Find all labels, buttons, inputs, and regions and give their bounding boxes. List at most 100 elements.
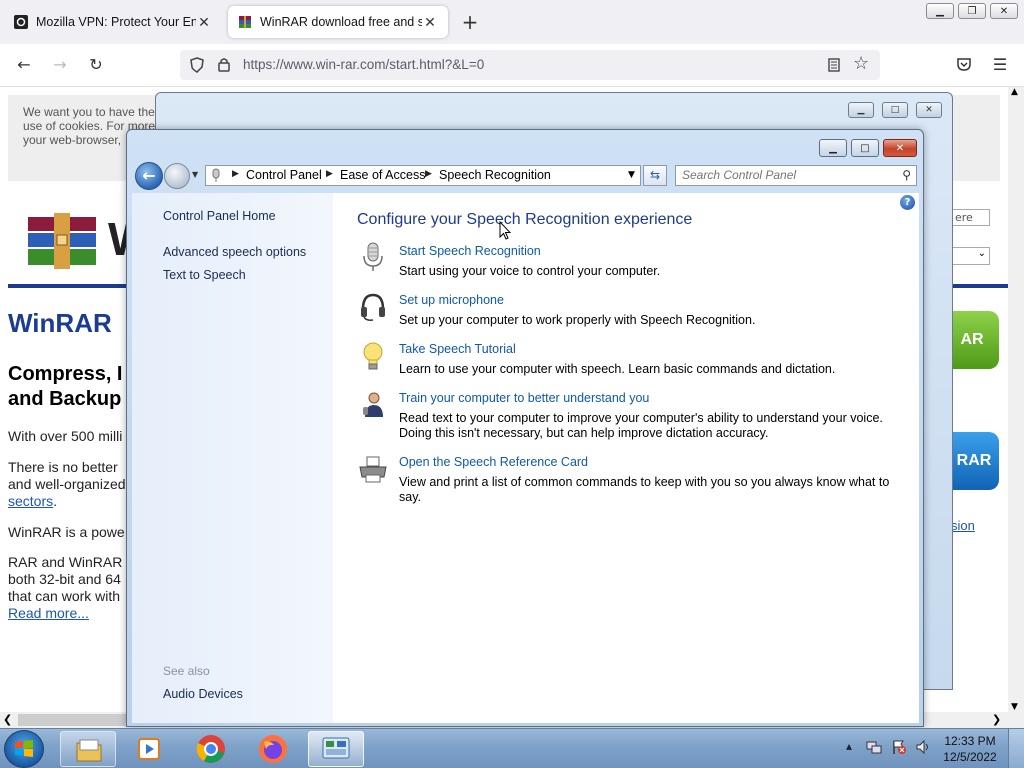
paragraph: There is no better and well-organized se…: [8, 459, 126, 510]
taskbar-media-player[interactable]: [122, 731, 178, 767]
url-bar[interactable]: https://www.win-rar.com/start.html?&L=0 …: [180, 50, 880, 80]
maximize-button[interactable]: □: [851, 139, 879, 157]
maximize-button[interactable]: □: [882, 102, 908, 118]
breadcrumb-separator-icon[interactable]: ▶: [326, 169, 333, 179]
close-button[interactable]: ✕: [916, 102, 942, 118]
back-arrow-icon[interactable]: ←: [12, 54, 36, 76]
see-also-label: See also: [163, 664, 210, 678]
start-speech-recognition-link[interactable]: Start Speech Recognition: [399, 244, 541, 258]
show-desktop-button[interactable]: [1008, 729, 1024, 768]
headset-icon: [361, 293, 385, 321]
winrar-icon: [239, 16, 251, 28]
minimize-button[interactable]: ▁: [926, 3, 954, 19]
new-tab-button[interactable]: +: [458, 10, 482, 34]
media-player-icon: [138, 738, 160, 760]
close-tab-icon[interactable]: ✕: [196, 14, 212, 31]
maximize-button[interactable]: ❐: [958, 3, 986, 19]
network-icon[interactable]: [866, 739, 882, 755]
pocket-icon[interactable]: [956, 57, 972, 72]
train-computer-link[interactable]: Train your computer to better understand…: [399, 391, 649, 405]
audio-devices-link[interactable]: Audio Devices: [163, 687, 243, 701]
task-description: View and print a list of common commands…: [399, 475, 890, 504]
windows-logo-icon: [15, 740, 33, 757]
page-vertical-scrollbar[interactable]: ▲ ▼: [1008, 87, 1024, 712]
control-panel-home-link[interactable]: Control Panel Home: [163, 209, 276, 223]
winrar-logo: [28, 213, 96, 269]
speaker-volume-icon[interactable]: [915, 739, 931, 755]
browser-nav-bar: ← → ↻ https://www.win-rar.com/start.html…: [0, 44, 1024, 87]
tab-winrar[interactable]: WinRAR download free and sup ✕: [228, 6, 448, 38]
cookie-line: your web-browser,: [23, 133, 122, 147]
set-up-microphone-link[interactable]: Set up microphone: [399, 293, 504, 307]
take-speech-tutorial-link[interactable]: Take Speech Tutorial: [399, 342, 516, 356]
bookmark-star-icon[interactable]: ☆: [853, 53, 869, 74]
clock-time: 12:33 PM: [944, 734, 996, 748]
search-box[interactable]: ⚲: [675, 165, 917, 186]
version-link[interactable]: sion: [951, 518, 975, 533]
reader-view-icon[interactable]: [828, 58, 840, 72]
firefox-icon: [259, 735, 287, 763]
url-text[interactable]: https://www.win-rar.com/start.html?&L=0: [243, 57, 484, 72]
site-search-input[interactable]: ere: [952, 209, 990, 226]
tab-mozilla-vpn[interactable]: Mozilla VPN: Protect Your Entire ✕: [4, 6, 222, 38]
cookie-line: We want you to have the: [23, 105, 155, 119]
address-bar[interactable]: ▶ Control Panel ▶ Ease of Access ▶ Speec…: [205, 165, 641, 186]
forward-button[interactable]: [164, 163, 190, 189]
search-input[interactable]: [682, 168, 882, 182]
chrome-icon: [196, 735, 225, 763]
page-title: Configure your Speech Recognition experi…: [357, 211, 693, 228]
history-dropdown-icon[interactable]: ▼: [192, 170, 198, 179]
close-tab-icon[interactable]: ✕: [422, 14, 438, 31]
page-heading: WinRAR: [8, 308, 112, 338]
breadcrumb-control-panel[interactable]: Control Panel: [246, 168, 322, 182]
breadcrumb-separator-icon[interactable]: ▶: [232, 169, 239, 179]
minimize-button[interactable]: ▁: [819, 139, 847, 157]
paragraph-line: There is no better: [8, 459, 118, 475]
lock-icon[interactable]: [218, 57, 230, 72]
content-pane: ? Configure your Speech Recognition expe…: [333, 193, 919, 723]
read-more-link[interactable]: Read more...: [8, 605, 89, 621]
back-button[interactable]: ←: [135, 162, 163, 190]
control-panel-window: ▁ □ ✕ ← ▼ ▶ Control Panel ▶ Ease of Acce…: [126, 129, 924, 727]
clock-date: 12/5/2022: [943, 750, 997, 764]
scroll-right-icon[interactable]: ❯: [992, 713, 1001, 726]
reload-icon[interactable]: ↻: [84, 54, 108, 76]
mozilla-vpn-icon: [14, 15, 28, 29]
paragraph-end: .: [53, 493, 58, 509]
scroll-left-icon[interactable]: ❮: [3, 713, 12, 726]
browser-tab-bar: Mozilla VPN: Protect Your Entire ✕ WinRA…: [0, 0, 1024, 44]
scroll-up-icon[interactable]: ▲: [1011, 87, 1018, 97]
start-button[interactable]: [4, 730, 44, 768]
tab-title: WinRAR download free and sup: [260, 15, 422, 29]
show-hidden-icons-icon[interactable]: ▴: [846, 739, 852, 753]
system-clock[interactable]: 12:33 PM 12/5/2022: [940, 733, 1000, 765]
taskbar-control-panel[interactable]: [308, 731, 364, 767]
sectors-link[interactable]: sectors: [8, 493, 53, 509]
address-dropdown-icon[interactable]: ▼: [628, 170, 635, 180]
close-button[interactable]: ✕: [990, 3, 1018, 19]
control-panel-icon: [322, 737, 350, 759]
open-speech-reference-card-link[interactable]: Open the Speech Reference Card: [399, 455, 588, 469]
scroll-down-icon[interactable]: ▼: [1011, 702, 1018, 712]
breadcrumb-separator-icon[interactable]: ▶: [425, 169, 432, 179]
menu-icon[interactable]: ☰: [988, 54, 1012, 76]
breadcrumb-ease-of-access[interactable]: Ease of Access: [340, 168, 425, 182]
taskbar-firefox[interactable]: [246, 731, 302, 767]
minimize-button[interactable]: ▁: [848, 102, 874, 118]
left-navigation-pane: Control Panel Home Advanced speech optio…: [132, 193, 333, 723]
breadcrumb-speech-recognition[interactable]: Speech Recognition: [439, 168, 551, 182]
help-icon[interactable]: ?: [900, 195, 915, 210]
subheading-line: Compress, I: [8, 363, 123, 385]
forward-arrow-icon[interactable]: →: [48, 54, 72, 76]
advanced-speech-options-link[interactable]: Advanced speech options: [163, 245, 306, 259]
search-icon[interactable]: ⚲: [902, 168, 911, 182]
text-to-speech-link[interactable]: Text to Speech: [163, 268, 246, 282]
action-center-flag-icon[interactable]: [891, 739, 907, 755]
close-button[interactable]: ✕: [883, 139, 917, 157]
shield-icon[interactable]: [190, 57, 204, 73]
file-explorer-icon: [76, 739, 102, 762]
language-select[interactable]: ⌄: [952, 247, 990, 265]
taskbar-chrome[interactable]: [184, 731, 240, 767]
refresh-button[interactable]: ⇆: [643, 165, 667, 186]
taskbar-file-explorer[interactable]: [60, 731, 116, 767]
